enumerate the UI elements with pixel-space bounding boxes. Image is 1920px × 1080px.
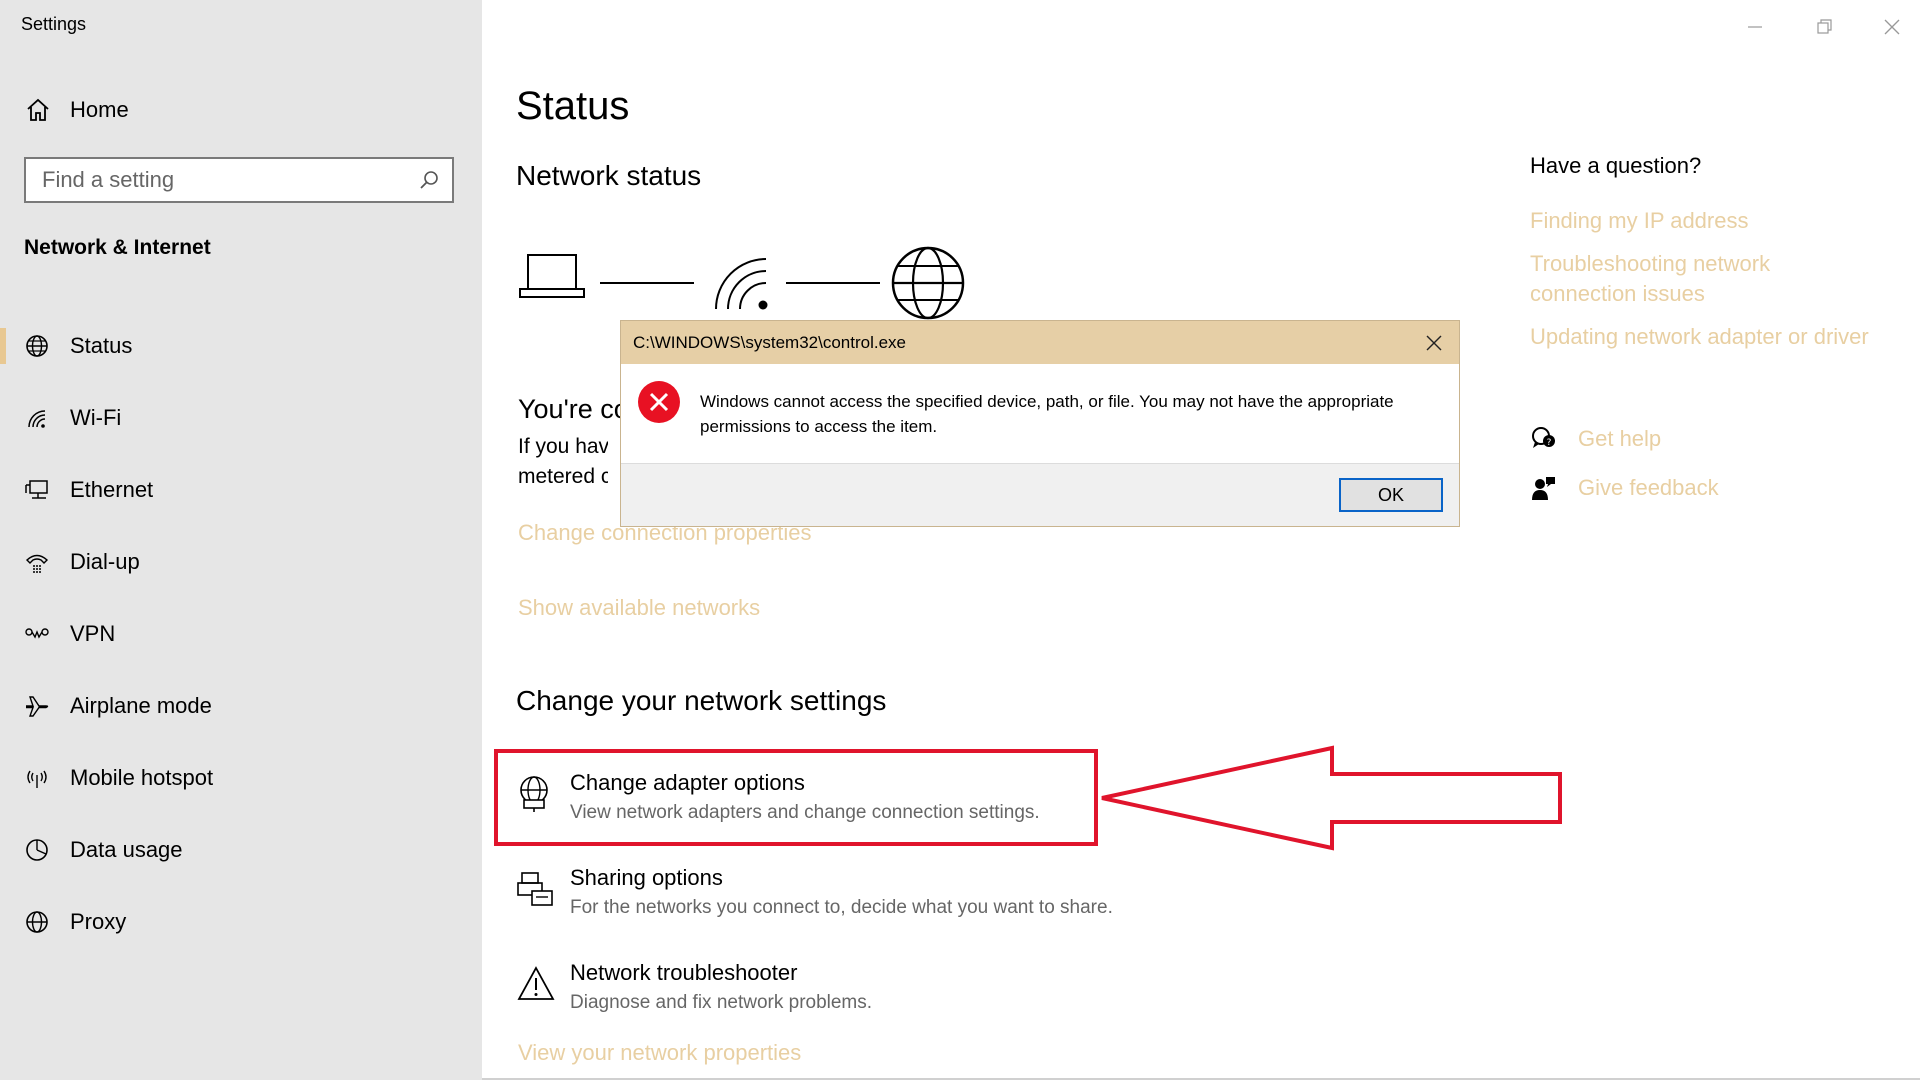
help-link-updating-adapter[interactable]: Updating network adapter or driver xyxy=(1530,322,1869,352)
annotation-highlight-box xyxy=(494,749,1098,846)
sidebar-item-ethernet[interactable]: Ethernet xyxy=(0,454,482,526)
sidebar-item-label: Airplane mode xyxy=(70,693,212,718)
setting-description: Diagnose and fix network problems. xyxy=(570,992,873,1013)
sidebar-item-dialup[interactable]: Dial-up xyxy=(0,526,482,598)
search-box[interactable] xyxy=(24,157,454,203)
sidebar-item-label: Proxy xyxy=(70,909,127,934)
globe-icon xyxy=(26,911,48,933)
error-dialog: C:\WINDOWS\system32\control.exe Windows … xyxy=(620,320,1460,527)
connection-description-line: If you have xyxy=(518,435,608,458)
minimize-icon xyxy=(1748,26,1762,28)
get-help-label: Get help xyxy=(1578,426,1662,451)
sidebar-item-label: Status xyxy=(70,333,133,358)
ok-button[interactable]: OK xyxy=(1339,478,1443,512)
network-status-heading: Network status xyxy=(516,160,702,191)
search-input[interactable] xyxy=(26,166,418,194)
setting-title: Network troubleshooter xyxy=(570,960,798,985)
connection-description-line: metered c xyxy=(518,465,608,488)
sidebar-item-label: Dial-up xyxy=(70,549,140,574)
setting-title: Sharing options xyxy=(570,865,723,890)
page-title: Status xyxy=(516,84,630,128)
data-usage-icon xyxy=(26,839,48,861)
sidebar-item-proxy[interactable]: Proxy xyxy=(0,886,482,958)
give-feedback-button[interactable]: Give feedback xyxy=(1530,474,1719,502)
feedback-icon xyxy=(1532,477,1555,500)
sidebar-item-data-usage[interactable]: Data usage xyxy=(0,814,482,886)
dialog-titlebar: C:\WINDOWS\system32\control.exe xyxy=(621,321,1459,364)
close-icon xyxy=(1884,19,1900,35)
sidebar-item-label: Ethernet xyxy=(70,477,154,502)
ethernet-icon xyxy=(25,480,48,499)
get-help-icon: ? xyxy=(1532,427,1555,448)
dialog-title: C:\WINDOWS\system32\control.exe xyxy=(633,332,907,352)
have-a-question-heading: Have a question? xyxy=(1530,153,1702,178)
help-link-finding-ip[interactable]: Finding my IP address xyxy=(1530,206,1748,236)
minimize-button[interactable] xyxy=(1740,12,1770,42)
restore-button[interactable] xyxy=(1809,12,1839,42)
sidebar-item-label: Wi-Fi xyxy=(70,405,122,430)
sidebar-item-wifi[interactable]: Wi-Fi xyxy=(0,382,482,454)
dialog-message: Windows cannot access the specified devi… xyxy=(700,392,1394,436)
airplane-icon xyxy=(26,696,49,717)
warning-icon xyxy=(517,966,555,1000)
change-network-settings-heading: Change your network settings xyxy=(516,685,887,716)
sharing-options[interactable]: Sharing options For the networks you con… xyxy=(516,865,1216,919)
setting-description: For the networks you connect to, decide … xyxy=(570,897,1113,918)
wifi-signal-icon xyxy=(715,258,768,310)
hotspot-icon xyxy=(27,770,47,788)
home-label: Home xyxy=(70,97,129,122)
error-icon xyxy=(638,381,680,423)
sidebar-item-vpn[interactable]: VPN xyxy=(0,598,482,670)
give-feedback-label: Give feedback xyxy=(1578,475,1719,500)
sidebar-item-label: Mobile hotspot xyxy=(70,765,214,790)
window-title: Settings xyxy=(21,14,87,34)
help-link-troubleshooting[interactable]: Troubleshooting network connection issue… xyxy=(1530,249,1830,309)
home-icon xyxy=(27,98,49,121)
restore-icon xyxy=(1817,19,1832,34)
network-troubleshooter[interactable]: Network troubleshooter Diagnose and fix … xyxy=(516,960,1216,1014)
internet-globe-icon xyxy=(891,246,965,320)
connection-description: If you have metered c xyxy=(518,432,608,492)
connection-status-title: You're co xyxy=(518,394,629,424)
dialup-icon xyxy=(25,554,49,573)
laptop-icon xyxy=(519,254,585,298)
network-diagram xyxy=(519,246,965,320)
setting-text: Sharing options For the networks you con… xyxy=(570,865,1113,919)
sidebar-nav: Status Wi-Fi Ethernet Dial-up VPN Airpla… xyxy=(0,310,482,958)
view-network-properties-link[interactable]: View your network properties xyxy=(518,1040,801,1066)
sidebar-item-label: Data usage xyxy=(70,837,183,862)
globe-icon xyxy=(26,335,48,357)
dialog-body: Windows cannot access the specified devi… xyxy=(621,364,1459,463)
settings-app: Settings Home Network & Internet xyxy=(0,0,1920,1080)
setting-text: Network troubleshooter Diagnose and fix … xyxy=(570,960,872,1014)
wifi-icon xyxy=(28,410,46,428)
section-title: Network & Internet xyxy=(24,236,211,259)
search-icon[interactable] xyxy=(418,169,440,191)
get-help-button[interactable]: ? Get help xyxy=(1530,425,1661,453)
svg-text:?: ? xyxy=(1547,438,1552,448)
home-button[interactable]: Home xyxy=(24,94,129,126)
sharing-icon xyxy=(517,872,553,906)
vpn-icon xyxy=(25,628,49,639)
annotation-arrow xyxy=(1101,745,1562,851)
dialog-footer: OK xyxy=(621,463,1459,526)
sidebar-item-label: VPN xyxy=(70,621,116,646)
dialog-close-icon[interactable] xyxy=(1423,332,1445,354)
show-available-networks-link[interactable]: Show available networks xyxy=(518,595,760,621)
sidebar-item-hotspot[interactable]: Mobile hotspot xyxy=(0,742,482,814)
sidebar: Settings Home Network & Internet xyxy=(0,0,482,1080)
sidebar-item-airplane[interactable]: Airplane mode xyxy=(0,670,482,742)
close-window-button[interactable] xyxy=(1877,12,1907,42)
sidebar-item-status[interactable]: Status xyxy=(0,310,482,382)
